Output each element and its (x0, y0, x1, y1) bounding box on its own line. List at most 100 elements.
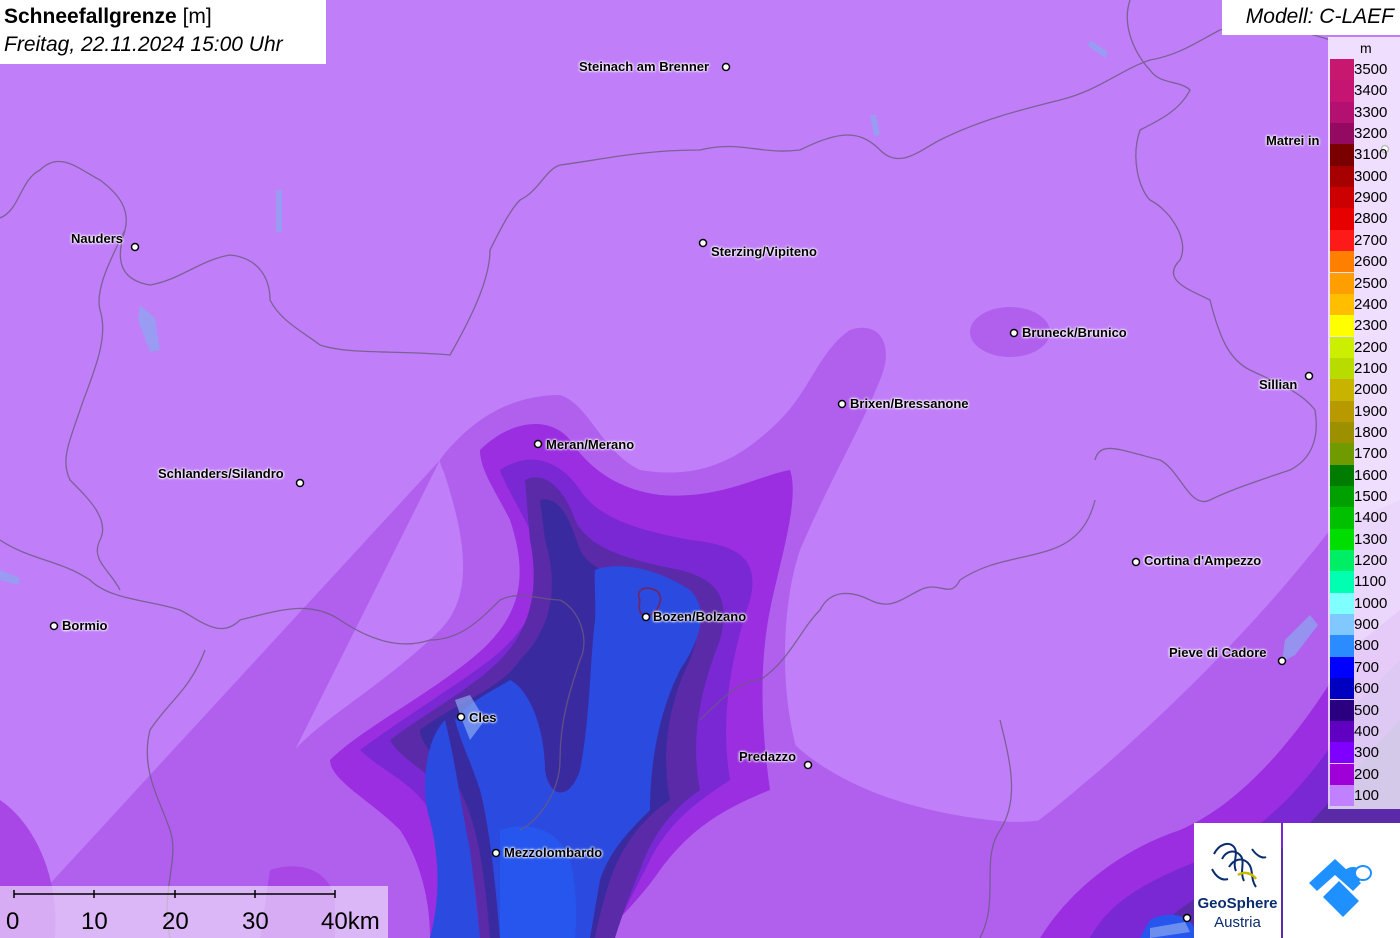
legend-label-1100: 1100 (1354, 573, 1387, 591)
label-pieve: Pieve di Cadore (1169, 645, 1267, 660)
geosphere-logo: GeoSphere Austria (1194, 823, 1281, 938)
legend-label-1700: 1700 (1354, 445, 1388, 463)
marker-predazzo (803, 760, 813, 770)
model-panel: Modell: C-LAEF (1222, 0, 1400, 35)
scale-label-10: 10 (81, 908, 108, 935)
legend-label-1600: 1600 (1354, 466, 1388, 484)
legend-swatch-2700 (1330, 229, 1354, 252)
legend-swatch-2800 (1330, 208, 1354, 230)
marker-mezzolombardo (491, 848, 501, 858)
legend-label-3300: 3300 (1354, 103, 1388, 121)
legend-swatch-1800 (1330, 421, 1354, 444)
marker-pieve (1277, 656, 1287, 666)
legend-swatch-3400 (1330, 80, 1354, 102)
legend-swatch-2500 (1330, 272, 1354, 294)
scale-label-40km: 40km (321, 908, 380, 935)
legend-swatch-3100 (1330, 144, 1354, 166)
legend-label-1400: 1400 (1354, 509, 1388, 527)
legend-swatch-500 (1330, 699, 1354, 721)
legend-label-2800: 2800 (1354, 210, 1388, 228)
label-mezzolombardo: Mezzolombardo (504, 845, 603, 860)
marker-se-town (1182, 913, 1192, 923)
marker-cortina (1131, 557, 1141, 567)
legend-label-700: 700 (1354, 658, 1380, 676)
legend-label-3400: 3400 (1354, 82, 1388, 100)
map-title-text: Schneefallgrenze (4, 5, 177, 28)
legend-unit: m (1360, 40, 1372, 56)
scale-label-0: 0 (6, 908, 20, 935)
scale-label-20: 20 (162, 908, 189, 935)
legend-swatch-2100 (1330, 357, 1354, 380)
legend-swatch-900 (1330, 614, 1354, 636)
marker-steinach (721, 62, 731, 72)
legend-swatch-3300 (1330, 101, 1354, 123)
color-legend: m 3500 3400 3300 3200 3100 3000 2900 2800 2700 26… (1328, 37, 1400, 809)
legend-label-900: 900 (1354, 616, 1380, 634)
legend-swatch-800 (1330, 635, 1354, 657)
map-title: Schneefallgrenze [m] (4, 5, 212, 29)
legend-label-2900: 2900 (1354, 189, 1388, 207)
label-schlanders: Schlanders/Silandro (158, 466, 284, 481)
legend-label-2400: 2400 (1354, 295, 1388, 313)
model-label: Modell: C-LAEF (1245, 5, 1394, 28)
label-sillian: Sillian (1259, 377, 1298, 392)
label-bozen: Bozen/Bolzano (653, 609, 747, 624)
legend-label-2300: 2300 (1354, 317, 1388, 335)
marker-bozen (641, 612, 651, 622)
label-matrei: Matrei in (1266, 133, 1320, 148)
label-bruneck: Bruneck/Brunico (1022, 325, 1127, 340)
legend-swatch-1300 (1330, 528, 1354, 550)
scale-label-30: 30 (242, 908, 269, 935)
legend-label-2100: 2100 (1354, 359, 1388, 377)
label-predazzo: Predazzo (739, 749, 797, 764)
legend-label-1200: 1200 (1354, 552, 1388, 570)
legend-swatch-700 (1330, 656, 1354, 679)
legend-label-1300: 1300 (1354, 530, 1388, 548)
legend-swatch-1500 (1330, 486, 1354, 508)
legend-swatch-100 (1330, 784, 1354, 807)
legend-swatch-2600 (1330, 251, 1354, 273)
legend-label-600: 600 (1354, 680, 1380, 698)
legend-label-1000: 1000 (1354, 594, 1388, 612)
legend-swatch-3000 (1330, 165, 1354, 188)
map-datetime: Freitag, 22.11.2024 15:00 Uhr (4, 33, 283, 56)
label-bormio: Bormio (62, 618, 108, 633)
legend-label-2600: 2600 (1354, 253, 1388, 271)
cloud-arrow-icon (1309, 859, 1372, 917)
marker-sterzing (698, 238, 708, 248)
map-title-unit: [m] (182, 5, 212, 28)
legend-label-2500: 2500 (1354, 274, 1388, 292)
legend-swatch-2900 (1330, 187, 1354, 209)
marker-bormio (49, 621, 59, 631)
legend-swatch-400 (1330, 720, 1354, 743)
label-nauders: Nauders (71, 231, 124, 246)
label-meran: Meran/Merano (546, 437, 635, 452)
legend-label-2700: 2700 (1354, 231, 1388, 249)
legend-label-3000: 3000 (1354, 167, 1388, 185)
label-cles: Cles (469, 710, 497, 725)
geosphere-name: GeoSphere (1197, 895, 1278, 912)
marker-schlanders (295, 478, 305, 488)
geosphere-country: Austria (1214, 914, 1261, 931)
legend-label-800: 800 (1354, 637, 1380, 655)
legend-label-200: 200 (1354, 765, 1380, 783)
label-cortina: Cortina d'Ampezzo (1144, 553, 1262, 568)
legend-label-400: 400 (1354, 722, 1380, 740)
marker-cles (456, 712, 466, 722)
label-brixen: Brixen/Bressanone (850, 396, 969, 411)
legend-label-3500: 3500 (1354, 61, 1388, 78)
legend-swatch-3200 (1330, 123, 1354, 145)
legend-label-500: 500 (1354, 701, 1380, 719)
geosphere-emblem-icon (1211, 842, 1267, 888)
legend-swatch-1000 (1330, 592, 1354, 615)
legend-label-1900: 1900 (1354, 402, 1388, 420)
legend-label-3200: 3200 (1354, 125, 1388, 143)
marker-nauders (130, 242, 140, 252)
legend-swatch-200 (1330, 763, 1354, 785)
legend-swatch-1600 (1330, 464, 1354, 486)
marker-brixen (837, 399, 847, 409)
legend-swatch-1700 (1330, 443, 1354, 465)
legend-label-1800: 1800 (1354, 423, 1388, 441)
label-sterzing: Sterzing/Vipiteno (711, 244, 817, 259)
weather-app-logo (1283, 823, 1400, 938)
